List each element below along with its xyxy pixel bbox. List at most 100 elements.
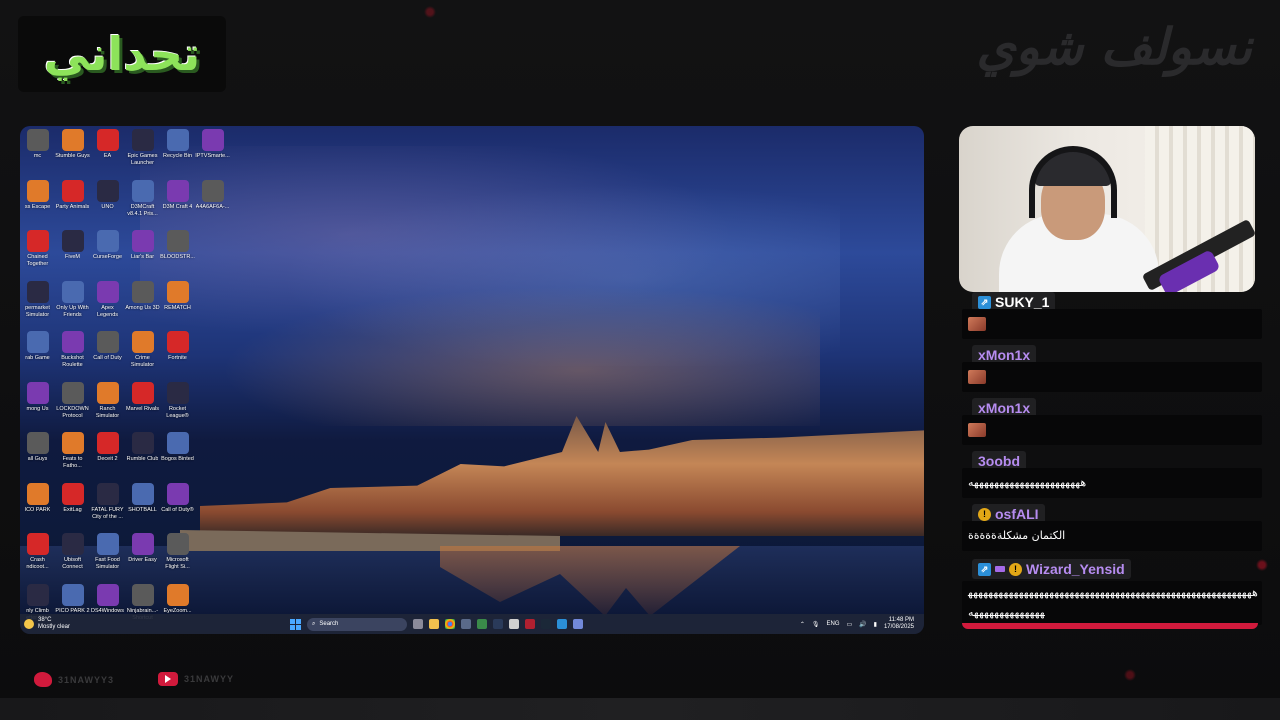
desktop-icon[interactable]: Liar's Bar [125,227,160,278]
desktop-icon-label: SHOTBALL [128,506,157,513]
desktop-icon[interactable]: mong Us [20,379,55,430]
desktop-icon[interactable]: permarket Simulator [20,278,55,329]
app-icon [131,482,154,505]
start-button[interactable] [290,618,301,630]
app-icon[interactable] [477,619,487,629]
desktop-icon[interactable]: Rocket League® [160,379,195,430]
app-icon[interactable] [525,619,535,629]
app-icon [96,533,119,555]
language-indicator[interactable]: ENG [826,621,839,627]
desktop-icon[interactable]: UNO [90,177,125,228]
app-icon [201,179,224,202]
bits-badge-icon: ! [1009,562,1022,576]
chat-highlight-accent [962,623,1258,629]
desktop-icon[interactable]: Among Us 3D [125,278,160,329]
desktop-icon[interactable]: D3M Craft 4 [160,177,195,228]
logo-text: تحداني [43,27,202,81]
desktop-icon[interactable]: Recycle Bin [160,126,195,177]
desktop-icon-label: Crash ndicoot... [26,557,49,570]
volume-icon[interactable]: 🔊 [859,621,866,628]
desktop-icon[interactable]: IPTVSmarte... [195,126,230,177]
desktop-icon[interactable]: Deceit 2 [90,429,125,480]
youtube-icon [158,672,178,686]
desktop-icon[interactable]: LOCKDOWN Protocol [55,379,90,430]
steam-icon[interactable] [541,619,551,629]
desktop-icon[interactable]: Ranch Simulator [90,379,125,430]
desktop-icon[interactable]: Ubisoft Connect [55,530,90,581]
desktop-icon[interactable]: Apex Legends [90,278,125,329]
desktop-icon[interactable]: Feats to Fatho... [55,429,90,480]
microphone-icon[interactable]: 🎙 [812,621,820,628]
chat-username: xMon1x [978,400,1031,416]
chat-username: SUKY_1 [995,294,1050,310]
chat-username-tag[interactable]: ⇗! Wizard_Yensid [972,559,1131,579]
app-icon [131,381,154,404]
app-icon [61,280,84,303]
app-icon [166,432,189,454]
desktop-icon[interactable]: Rumble Club [125,429,160,480]
desktop-icon[interactable]: Call of Duty [90,328,125,379]
desktop-icon[interactable]: Party Animals [55,177,90,228]
desktop-icon[interactable]: Crime Simulator [125,328,160,379]
desktop-icon[interactable]: FiveM [55,227,90,278]
app-icon[interactable] [493,619,503,629]
social-youtube[interactable]: 31NAWYY [158,672,234,686]
desktop-icon[interactable]: A4A6AF6A-... [195,177,230,228]
desktop-icon[interactable]: Chained Together [20,227,55,278]
file-explorer-icon[interactable] [429,619,439,629]
desktop-icon[interactable]: ExitLag [55,480,90,531]
desktop-icon[interactable]: ss Escape [20,177,55,228]
taskbar-search[interactable]: ⌕ Search [307,617,407,631]
desktop-icon[interactable]: Epic Games Launcher [125,126,160,177]
network-icon[interactable]: ▭ [847,621,853,628]
desktop-icon[interactable]: Call of Duty® [160,480,195,531]
desktop-icon[interactable]: Buckshot Roulette [55,328,90,379]
app-icon[interactable] [461,619,471,629]
desktop-icon[interactable]: EA [90,126,125,177]
battery-icon[interactable]: ▮ [874,621,877,628]
desktop-icon[interactable]: REMATCH [160,278,195,329]
desktop-icon[interactable]: Only Up With Friends [55,278,90,329]
desktop-icon[interactable]: BLOODSTR... [160,227,195,278]
desktop-icon-label: mc [33,153,42,159]
social-twitter[interactable]: 31NAWYY3 [34,672,114,687]
chrome-icon[interactable] [445,619,455,629]
desktop-icon-label: Rumble Club [126,456,159,462]
desktop-icon-label: BLOODSTR... [160,254,195,260]
desktop-icon[interactable]: Bogos Binted [160,429,195,480]
app-icon [61,583,84,606]
desktop-icon[interactable]: SHOTBALL [125,480,160,531]
desktop-icon[interactable]: CurseForge [90,227,125,278]
desktop-icon[interactable]: D3MCraft v8.4.1 Pris... [125,177,160,228]
desktop-icon[interactable]: Driver Easy [125,530,160,581]
clock[interactable]: 11:48 PM 17/08/2025 [884,617,914,631]
app-icon [96,583,119,606]
app-icon [96,129,119,151]
weather-widget[interactable]: 38°C Mostly clear [20,617,290,631]
desktop-icon[interactable]: Fortnite [160,328,195,379]
chevron-up-icon[interactable]: ⌃ [800,621,805,628]
app-icon[interactable] [557,619,567,629]
app-icon [96,280,119,303]
desktop-icon[interactable]: Fast Food Simulator [90,530,125,581]
desktop-icon[interactable]: rab Game [20,328,55,379]
desktop-icon[interactable]: Marvel Rivals [125,379,160,430]
desktop-icon[interactable]: ICO PARK [20,480,55,531]
overlay-bottom-strip [0,698,1280,720]
app-icon [166,230,189,252]
clock-date: 17/08/2025 [883,624,914,630]
desktop-icon-label: Liar's Bar [130,254,155,260]
desktop-empty-cell [195,480,230,531]
task-view-icon[interactable] [413,619,423,629]
desktop-icon[interactable]: mc [20,126,55,177]
desktop-icon[interactable]: all Guys [20,429,55,480]
desktop-icon[interactable]: Crash ndicoot... [20,530,55,581]
desktop-icon[interactable]: FATAL FURY City of the ... [90,480,125,531]
app-icon[interactable] [509,619,519,629]
chat-message-body [962,362,1262,392]
discord-icon[interactable] [573,619,583,629]
desktop-empty-cell [195,379,230,430]
app-icon [131,280,154,303]
desktop-icon[interactable]: Microsoft Flight Si... [160,530,195,581]
desktop-icon[interactable]: Stumble Guys [55,126,90,177]
